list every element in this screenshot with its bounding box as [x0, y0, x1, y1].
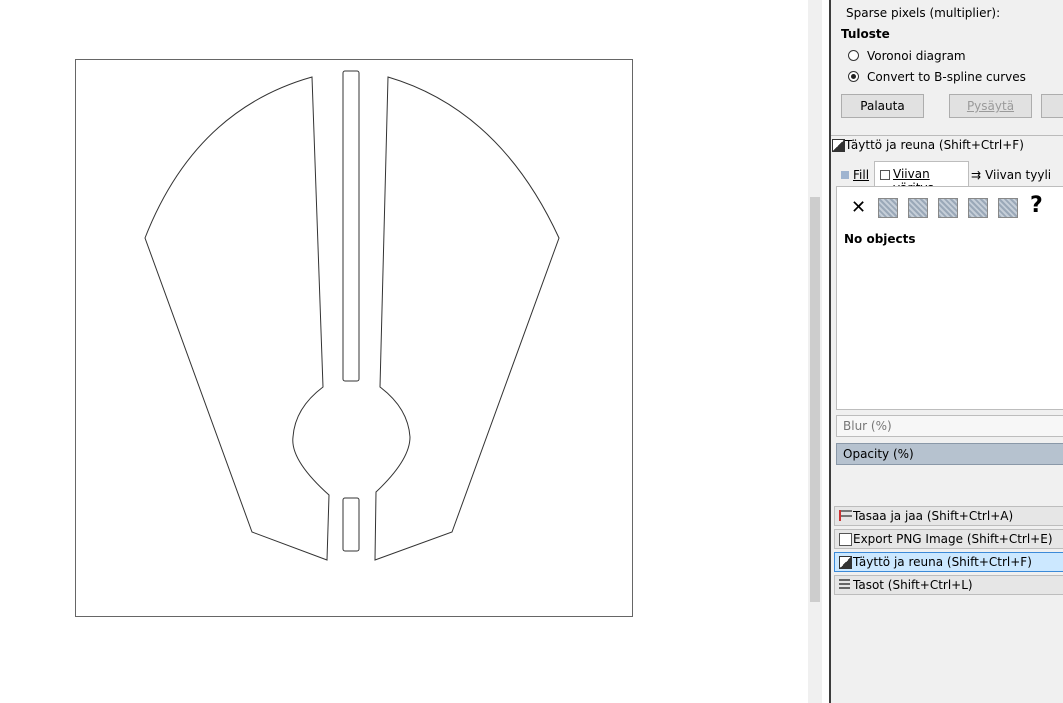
pattern-icon[interactable]: [998, 198, 1018, 218]
align-icon: [839, 510, 852, 521]
fill-stroke-icon: [839, 556, 852, 569]
layers-icon: [839, 579, 850, 590]
flat-color-icon[interactable]: [878, 198, 898, 218]
linear-gradient-icon[interactable]: [908, 198, 928, 218]
dock-fill-stroke[interactable]: Täyttö ja reuna (Shift+Ctrl+F): [834, 552, 1063, 572]
voronoi-radio-label[interactable]: Voronoi diagram: [867, 49, 966, 63]
tab-stroke-style[interactable]: ⇉ Viivan tyyli: [971, 164, 1051, 186]
fill-stroke-content: [836, 186, 1063, 410]
dock-align-distribute[interactable]: Tasaa ja jaa (Shift+Ctrl+A): [834, 506, 1063, 526]
dock-panel: Sparse pixels (multiplier): Tuloste Voro…: [831, 0, 1063, 703]
stroke-paint-tab-icon: [880, 170, 890, 180]
stop-button[interactable]: Pysäytä: [949, 94, 1032, 118]
right-wedge-shape[interactable]: [374, 76, 560, 561]
canvas-vertical-scrollbar[interactable]: [808, 0, 822, 703]
voronoi-radio[interactable]: [848, 50, 859, 61]
top-slot-shape[interactable]: [342, 70, 360, 382]
bottom-slot-shape[interactable]: [342, 497, 360, 552]
export-icon: [839, 533, 852, 546]
fill-tab-icon: [841, 171, 849, 179]
dock-export-png[interactable]: Export PNG Image (Shift+Ctrl+E): [834, 529, 1063, 549]
blur-slider[interactable]: Blur (%): [836, 415, 1063, 437]
tab-fill[interactable]: Fill: [841, 164, 869, 186]
dock-layers[interactable]: Tasot (Shift+Ctrl+L): [834, 575, 1063, 595]
drawing-shapes: [144, 70, 560, 561]
radial-gradient-icon[interactable]: [938, 198, 958, 218]
sparse-pixels-label: Sparse pixels (multiplier):: [846, 6, 1001, 20]
fill-stroke-titlebar[interactable]: Täyttö ja reuna (Shift+Ctrl+F): [831, 135, 1063, 156]
extra-button[interactable]: [1041, 94, 1063, 118]
mesh-gradient-icon[interactable]: [968, 198, 988, 218]
fill-stroke-title: Täyttö ja reuna (Shift+Ctrl+F): [845, 138, 1024, 152]
bspline-radio-label[interactable]: Convert to B-spline curves: [867, 70, 1026, 84]
no-objects-status: No objects: [844, 232, 916, 246]
output-heading: Tuloste: [841, 27, 890, 41]
canvas-area[interactable]: [0, 0, 808, 703]
bspline-radio[interactable]: [848, 71, 859, 82]
unknown-paint-icon[interactable]: ?: [1030, 193, 1043, 218]
reset-button[interactable]: Palauta: [841, 94, 924, 118]
left-wedge-shape[interactable]: [144, 76, 330, 561]
fill-stroke-icon: [832, 139, 845, 152]
unset-paint-icon[interactable]: ✕: [851, 197, 866, 218]
tab-stroke-paint[interactable]: Viivan väritys: [874, 161, 969, 195]
scrollbar-thumb[interactable]: [810, 197, 820, 602]
opacity-slider[interactable]: Opacity (%): [836, 443, 1063, 465]
stroke-style-tab-icon: ⇉: [971, 168, 982, 182]
